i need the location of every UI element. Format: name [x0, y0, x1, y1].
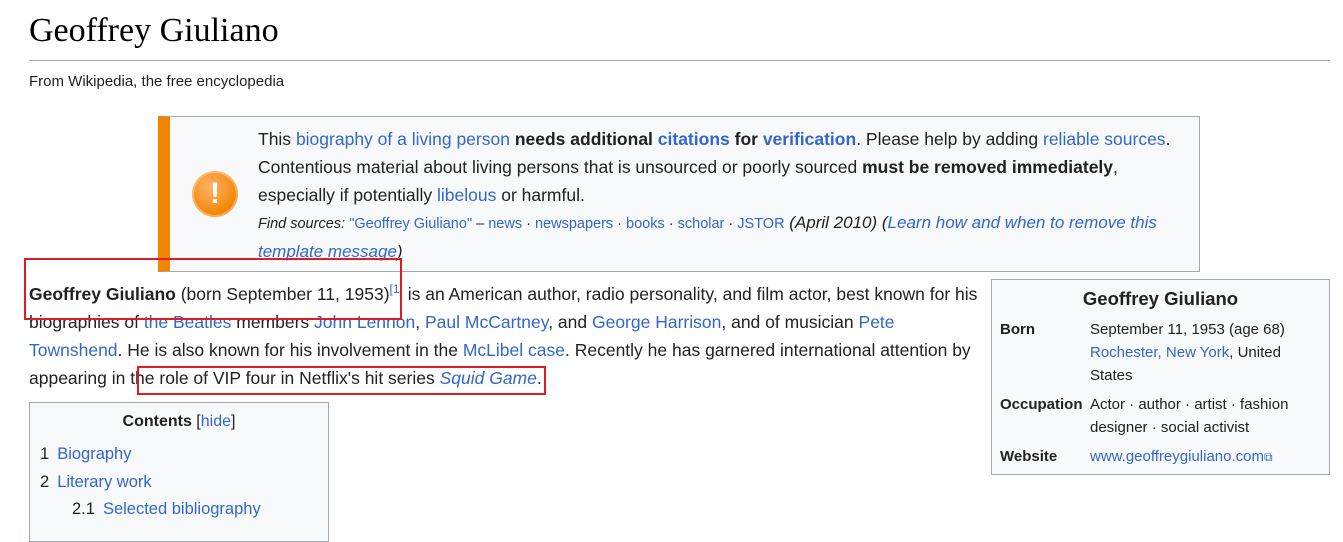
external-link-icon: ⧉ — [1263, 450, 1273, 464]
subject-name: Geoffrey Giuliano — [29, 284, 176, 304]
toc-link-selected-bibliography[interactable]: Selected bibliography — [103, 500, 261, 518]
find-sources-line: Find sources: "Geoffrey Giuliano" – news… — [258, 213, 1157, 261]
notice-line-3: especially if potentially libelous or ha… — [258, 185, 585, 205]
page-title: Geoffrey Giuliano — [29, 12, 279, 49]
link-squid-game[interactable]: Squid Game — [440, 368, 537, 388]
link-scholar[interactable]: scholar — [678, 216, 725, 232]
link-mclibel-case[interactable]: McLibel case — [463, 340, 565, 360]
reference-1[interactable]: [1] — [390, 282, 403, 296]
citation-notice-box: ! This biography of a living person need… — [158, 116, 1200, 272]
link-news[interactable]: news — [488, 216, 522, 232]
toc-list: 1 Biography 2 Literary work 2.1 Selected bi… — [40, 441, 318, 524]
link-citations[interactable]: citations — [658, 129, 730, 149]
exclamation-icon: ! — [192, 171, 238, 217]
link-find-query[interactable]: "Geoffrey Giuliano" — [349, 216, 472, 232]
link-rochester[interactable]: Rochester — [1090, 344, 1158, 361]
link-george-harrison[interactable]: George Harrison — [592, 312, 721, 332]
link-the-beatles[interactable]: the Beatles — [144, 312, 232, 332]
link-website[interactable]: www.geoffreygiuliano.com — [1090, 448, 1264, 465]
infobox-row-born: Born September 11, 1953 (age 68) Rochest… — [1000, 321, 1285, 384]
toc-item[interactable]: 2.1 Selected bibliography — [40, 496, 318, 524]
notice-line-1: This biography of a living person needs … — [258, 129, 1171, 149]
toc-link-biography[interactable]: Biography — [57, 445, 131, 463]
link-books[interactable]: books — [626, 216, 665, 232]
link-biography-living-person[interactable]: biography of a living person — [296, 129, 510, 149]
infobox-row-website: Website www.geoffreygiuliano.com⧉ — [1000, 448, 1273, 465]
link-jstor[interactable]: JSTOR — [737, 216, 784, 232]
toc-item[interactable]: 2 Literary work — [40, 469, 318, 497]
lead-paragraph: Geoffrey Giuliano (born September 11, 19… — [29, 282, 978, 388]
toc-link-literary-work[interactable]: Literary work — [57, 473, 151, 491]
link-paul-mccartney[interactable]: Paul McCartney — [425, 312, 548, 332]
link-verification[interactable]: verification — [763, 129, 856, 149]
link-reliable-sources[interactable]: reliable sources — [1043, 129, 1166, 149]
link-newspapers[interactable]: newspapers — [535, 216, 613, 232]
toc-item[interactable]: 1 Biography — [40, 441, 318, 469]
link-new-york[interactable]: New York — [1166, 344, 1229, 361]
link-john-lennon[interactable]: John Lennon — [314, 312, 415, 332]
infobox-row-occupation: Occupation Actor · author · artist · fas… — [1000, 396, 1289, 436]
tagline: From Wikipedia, the free encyclopedia — [29, 73, 285, 90]
infobox: Geoffrey Giuliano Born September 11, 195… — [991, 279, 1330, 475]
toc-title: Contents [hide] — [122, 413, 236, 430]
notice-text: This biography of a living person needs … — [258, 125, 1198, 267]
notice-line-2: Contentious material about living person… — [258, 157, 1118, 177]
title-divider — [29, 60, 1330, 61]
toc-hide-toggle[interactable]: hide — [201, 413, 231, 430]
table-of-contents: Contents [hide] 1 Biography 2 Literary wor… — [29, 402, 329, 542]
infobox-title: Geoffrey Giuliano — [1082, 288, 1239, 309]
link-libelous[interactable]: libelous — [437, 185, 496, 205]
